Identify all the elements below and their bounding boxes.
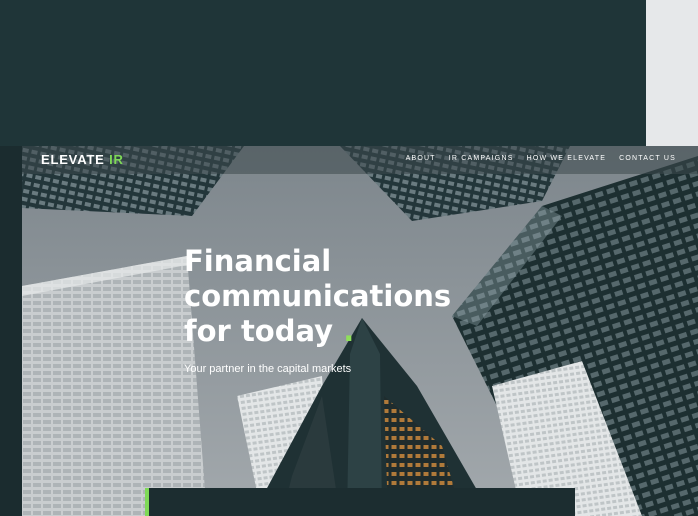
hero-title-dot: . [343,314,355,348]
nav-ir-campaigns-link[interactable]: IR CAMPAIGNS [449,155,514,162]
hero-title: Financial communications for today . [184,244,484,349]
card-accent-bar [145,488,149,516]
main-nav: ABOUT IR CAMPAIGNS HOW WE ELEVATE CONTAC… [406,155,676,162]
hero-title-line-2: communications [184,279,452,313]
nav-about-link[interactable]: ABOUT [406,155,436,162]
logo-accent: IR [109,152,124,167]
navbar: ELEVATE IR ABOUT IR CAMPAIGNS HOW WE ELE… [22,146,698,174]
hero-subtitle: Your partner in the capital markets [184,363,352,375]
site-logo[interactable]: ELEVATE IR [41,152,124,167]
hero-title-line-3: for today . [184,314,484,349]
hero-section: ELEVATE IR ABOUT IR CAMPAIGNS HOW WE ELE… [22,146,698,516]
nav-contact-us-link[interactable]: CONTACT US [619,155,676,162]
nav-how-we-elevate-link[interactable]: HOW WE ELEVATE [527,155,607,162]
side-panel [646,0,698,146]
hero-title-line-1: Financial [184,244,332,278]
content-card [145,488,575,516]
left-strip [0,146,22,516]
top-band [0,0,646,146]
hero-title-line-3-text: for today [184,314,334,348]
logo-text-tail: TE [86,152,105,167]
logo-text: ELEV [41,152,78,167]
